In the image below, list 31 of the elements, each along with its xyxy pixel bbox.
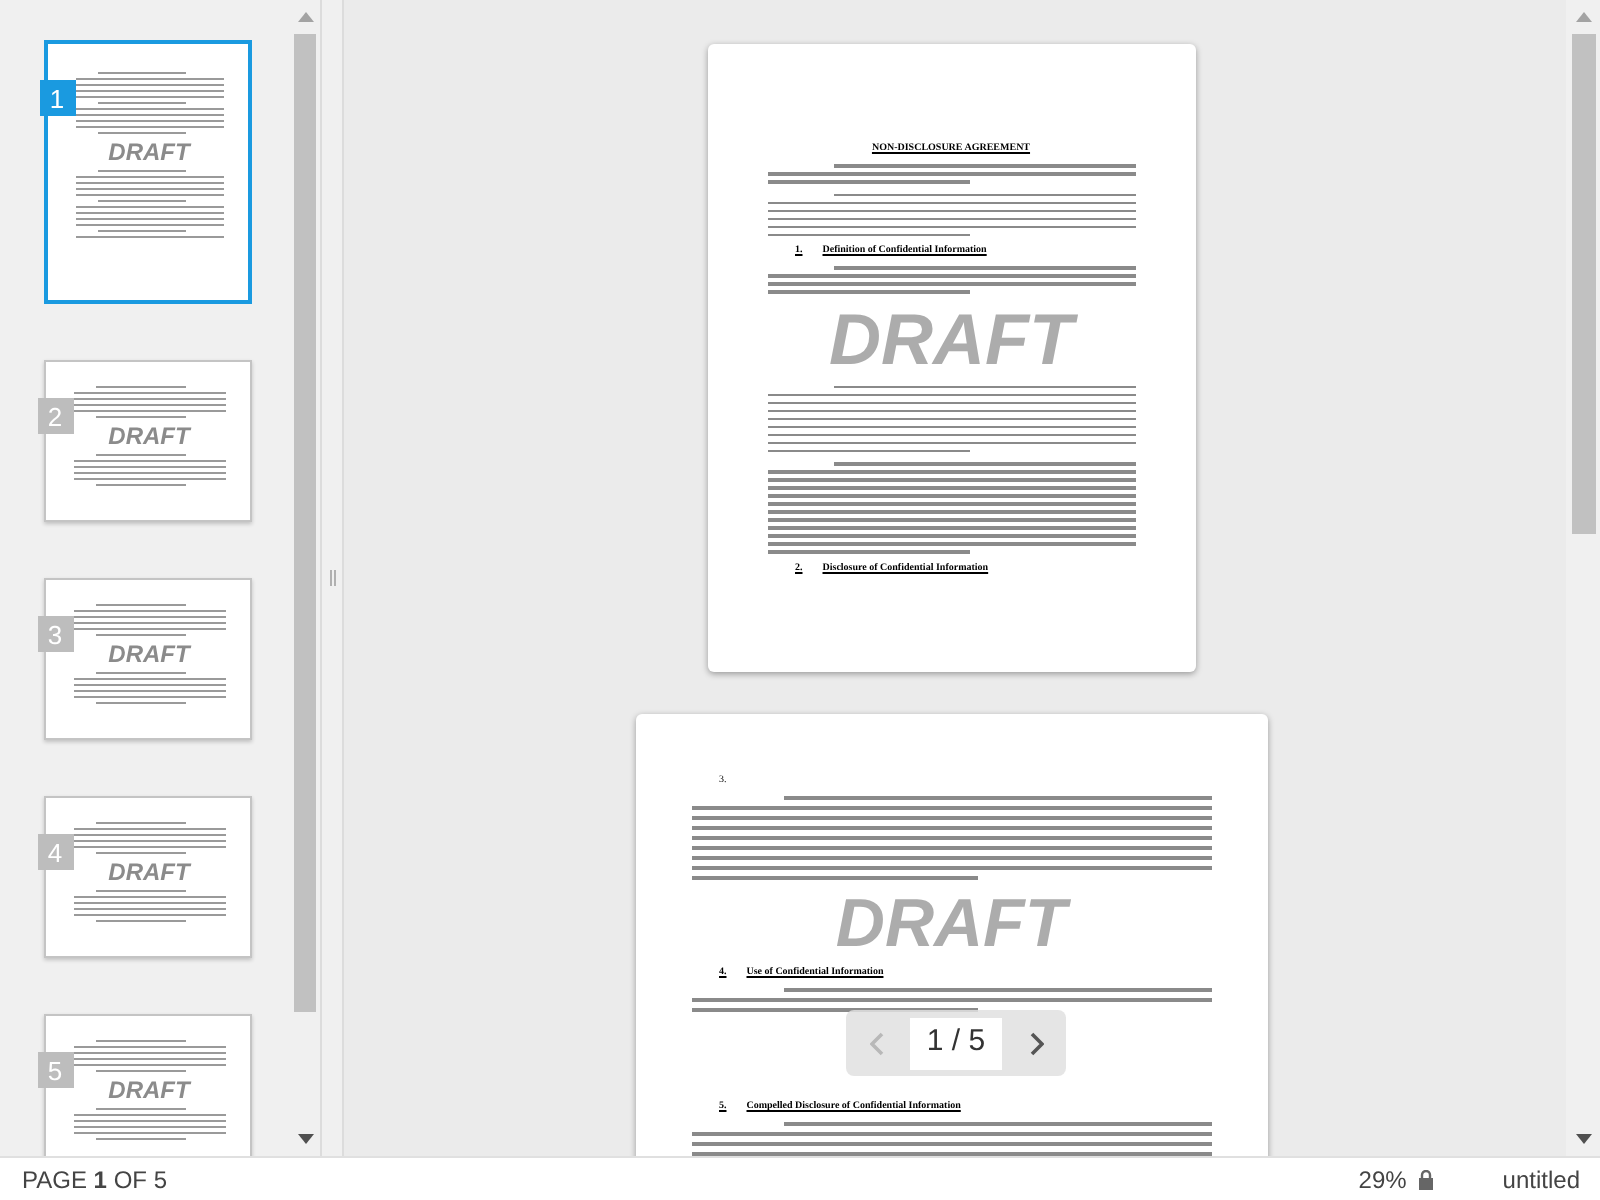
page-thumbnail[interactable]: DRAFT 2 [43, 360, 251, 522]
watermark-text: DRAFT [108, 642, 190, 666]
page-count: PAGE 1 OF 5 [22, 1163, 167, 1197]
zoom-level: 29% [1358, 1163, 1407, 1197]
grip-icon [329, 570, 335, 586]
page-thumbnail[interactable]: DRAFT 3 [43, 578, 251, 740]
watermark-text: DRAFT [829, 303, 1073, 375]
page-thumbnail[interactable]: DRAFT 5 [43, 1014, 251, 1156]
file-name: untitled [1502, 1163, 1580, 1197]
page-number-badge: 5 [37, 1052, 73, 1088]
scrollbar-thumb[interactable] [1571, 34, 1595, 534]
page-number-badge: 1 [39, 80, 75, 116]
watermark-text: DRAFT [108, 860, 190, 884]
scrollbar-thumb[interactable] [294, 34, 316, 1012]
chevron-right-icon [1029, 1031, 1043, 1055]
watermark-text: DRAFT [108, 140, 190, 164]
page-number-badge: 4 [37, 834, 73, 870]
page-thumbnail[interactable]: DRAFT 1 [43, 40, 251, 304]
watermark-text: DRAFT [835, 890, 1067, 958]
watermark-text: DRAFT [108, 1078, 190, 1102]
scrollbar[interactable] [1566, 0, 1600, 1156]
page-number-badge: 2 [37, 398, 73, 434]
scroll-up-icon[interactable] [1575, 12, 1591, 22]
watermark-text: DRAFT [108, 424, 190, 448]
scroll-down-icon[interactable] [297, 1134, 313, 1144]
page-indicator: 1 / 5 [910, 1017, 1002, 1069]
scroll-up-icon[interactable] [297, 12, 313, 22]
page-number-badge: 3 [37, 616, 73, 652]
page-thumbnail[interactable]: DRAFT 4 [43, 796, 251, 958]
scroll-down-icon[interactable] [1575, 1134, 1591, 1144]
chevron-left-icon [869, 1031, 883, 1055]
